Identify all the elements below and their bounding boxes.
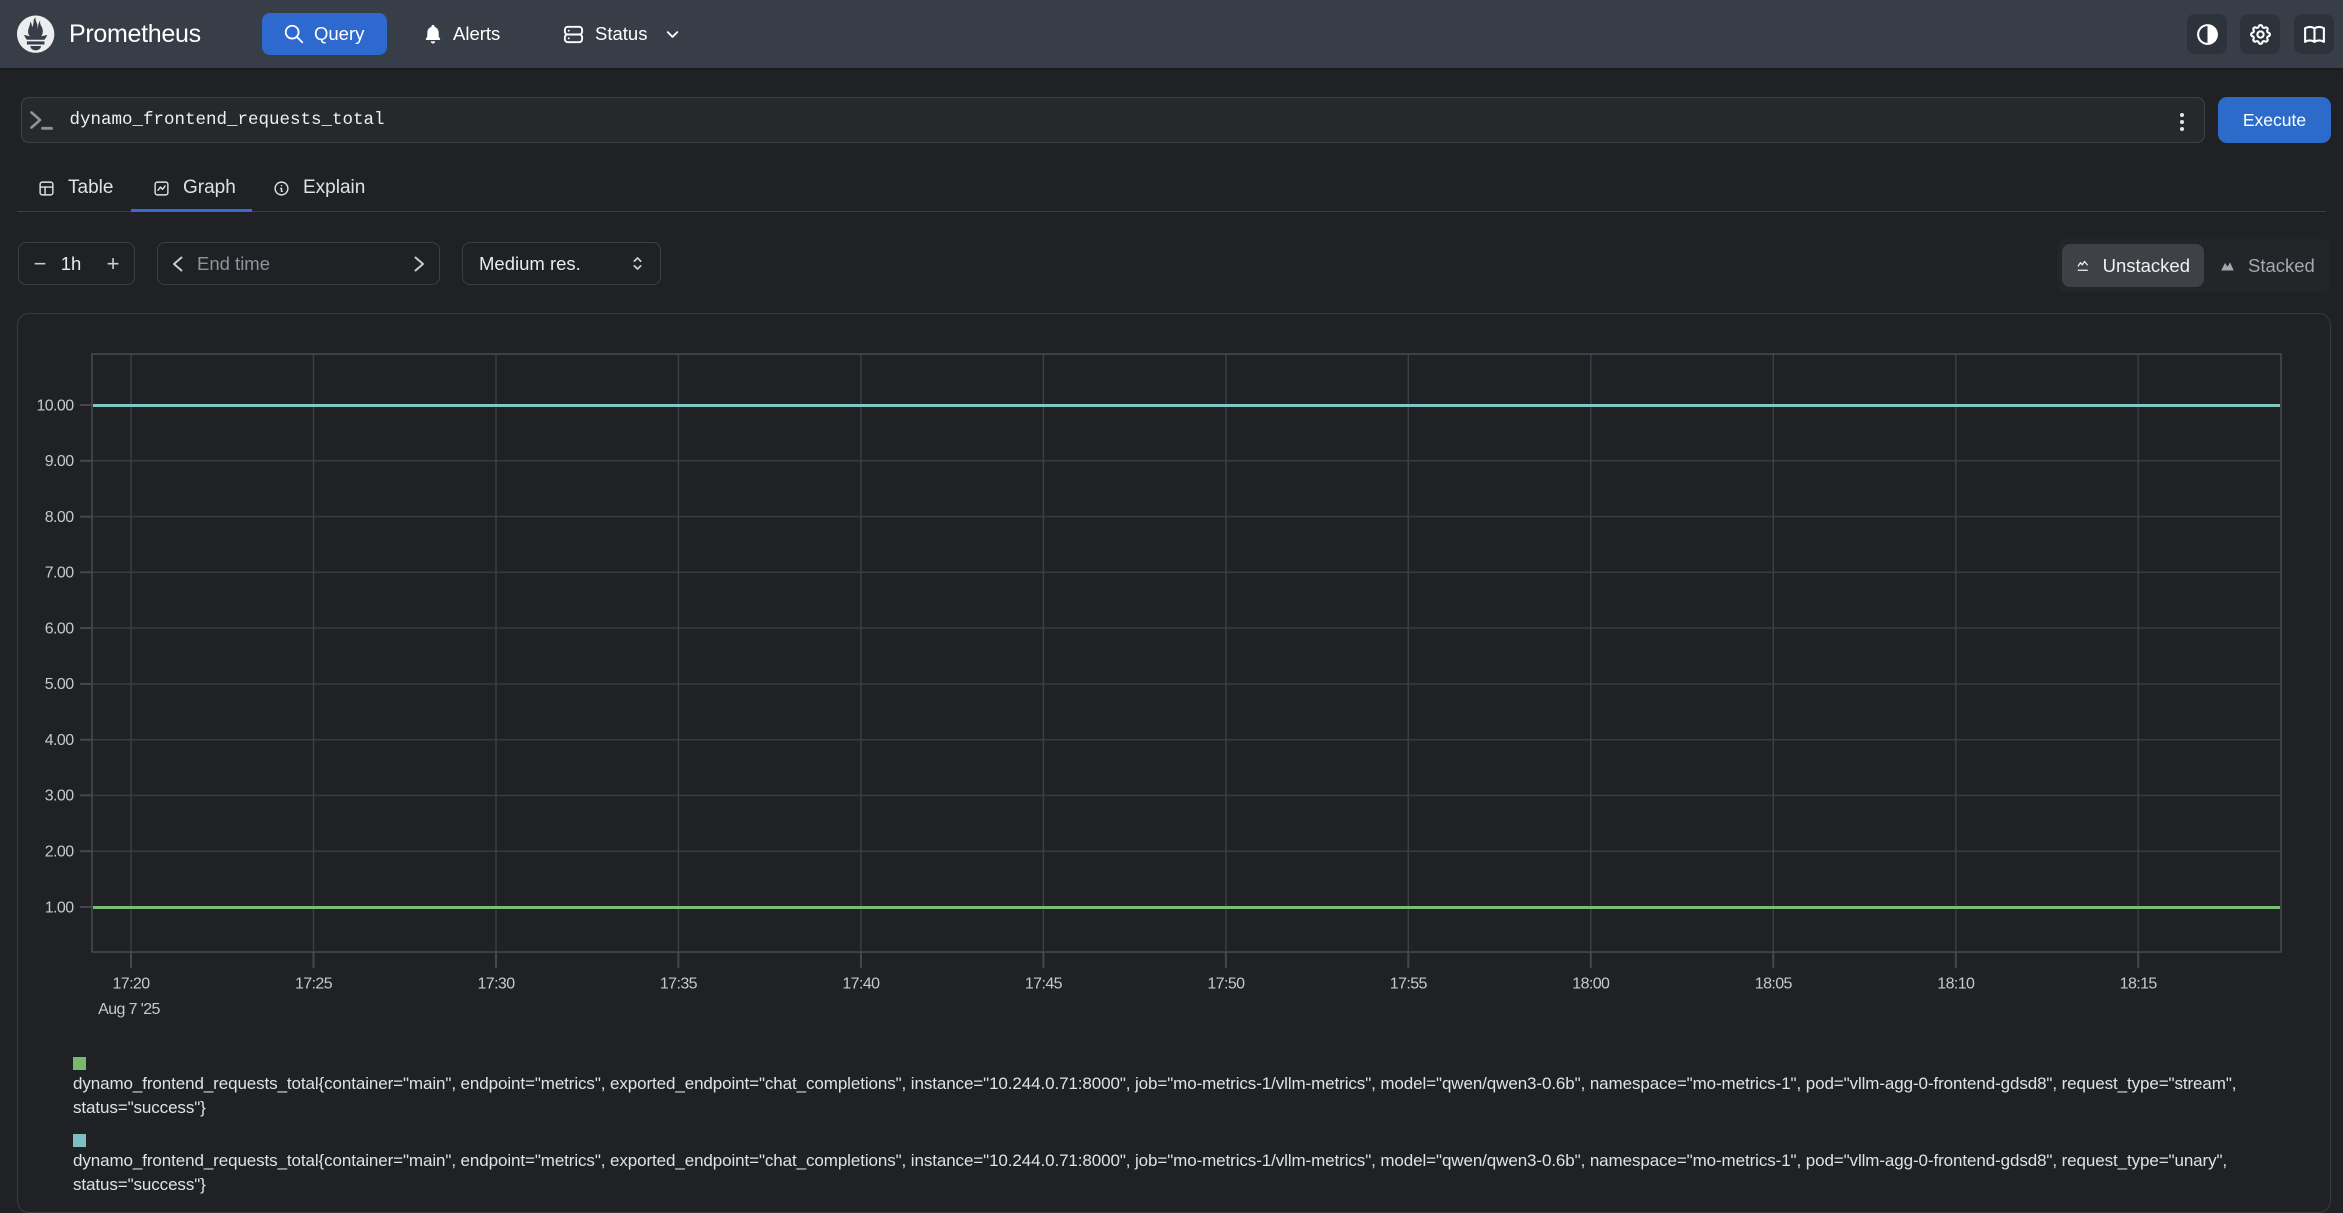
svg-text:10.00: 10.00 xyxy=(36,397,74,414)
svg-text:18:10: 18:10 xyxy=(1937,976,1975,993)
svg-text:6.00: 6.00 xyxy=(45,620,74,637)
svg-text:3.00: 3.00 xyxy=(45,788,74,805)
svg-text:17:20: 17:20 xyxy=(112,976,150,993)
svg-text:17:45: 17:45 xyxy=(1025,976,1063,993)
svg-text:17:35: 17:35 xyxy=(660,976,698,993)
svg-text:17:50: 17:50 xyxy=(1207,976,1245,993)
svg-text:18:15: 18:15 xyxy=(2120,976,2158,993)
svg-text:2.00: 2.00 xyxy=(45,844,74,861)
svg-text:4.00: 4.00 xyxy=(45,732,74,749)
svg-text:17:30: 17:30 xyxy=(477,976,515,993)
svg-text:5.00: 5.00 xyxy=(45,676,74,693)
svg-text:8.00: 8.00 xyxy=(45,509,74,526)
svg-text:18:05: 18:05 xyxy=(1755,976,1793,993)
svg-text:17:40: 17:40 xyxy=(842,976,880,993)
svg-text:17:55: 17:55 xyxy=(1390,976,1428,993)
svg-text:1.00: 1.00 xyxy=(45,899,74,916)
svg-text:18:00: 18:00 xyxy=(1572,976,1610,993)
svg-text:7.00: 7.00 xyxy=(45,565,74,582)
svg-text:17:25: 17:25 xyxy=(295,976,333,993)
svg-text:9.00: 9.00 xyxy=(45,453,74,470)
svg-text:Aug 7 '25: Aug 7 '25 xyxy=(98,1001,160,1018)
